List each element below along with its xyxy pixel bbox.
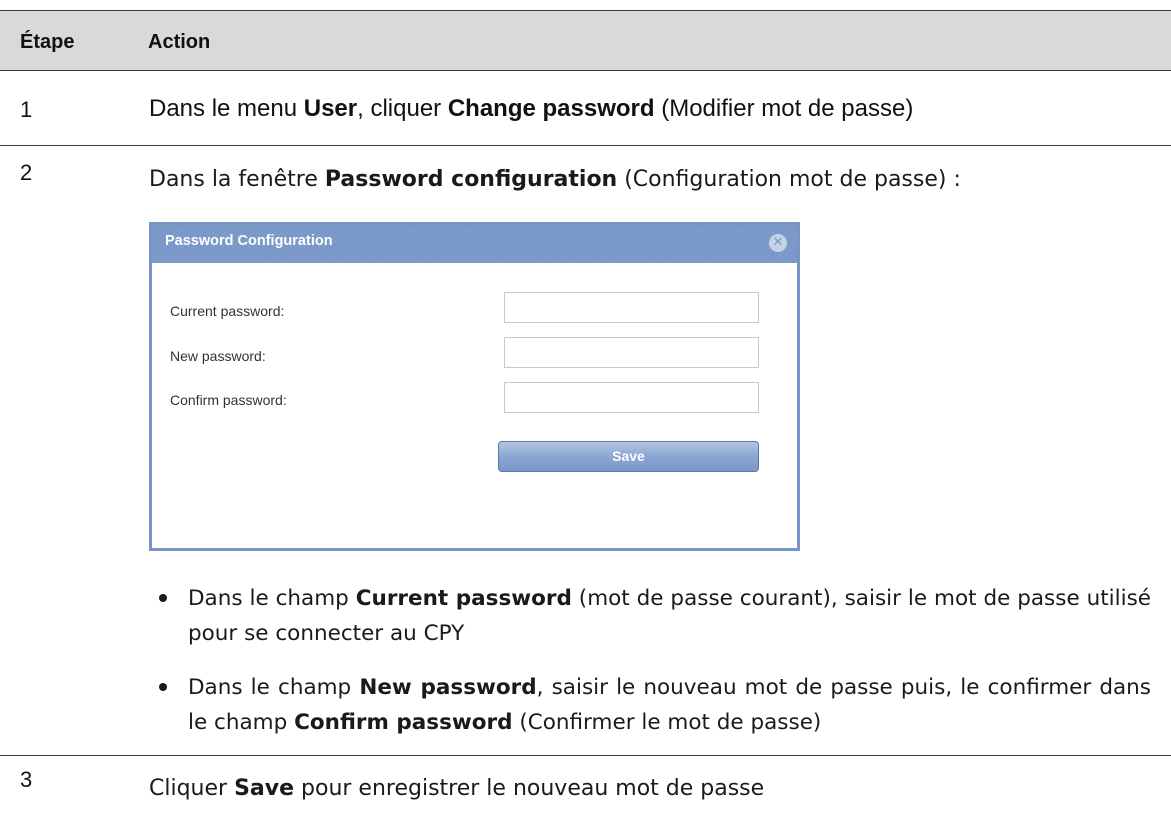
close-icon[interactable]: ✕: [769, 234, 787, 252]
row-1-bottom-rule: [0, 145, 1171, 146]
step-1-menu-name: User: [303, 95, 358, 122]
step-1-text-part: , cliquer: [357, 95, 448, 122]
bullet-text-part: Dans le champ: [188, 675, 360, 700]
bullet-dot: [159, 594, 167, 602]
confirm-password-input[interactable]: [504, 382, 759, 413]
bullet-current-password: Dans le champ Current password (mot de p…: [188, 581, 1151, 651]
step-2-text-part: Dans la fenêtre: [149, 167, 325, 192]
current-password-input[interactable]: [504, 292, 759, 323]
current-password-label: Current password:: [170, 303, 285, 319]
new-password-label: New password:: [170, 348, 266, 364]
dialog-title-bar: Password Configuration ✕: [152, 225, 797, 263]
field-name-current-password: Current password: [355, 586, 572, 611]
step-1-text-part: Dans le menu: [149, 95, 304, 122]
step-3-text-part: pour enregistrer le nouveau mot de passe: [294, 776, 765, 801]
field-name-confirm-password: Confirm password: [294, 710, 513, 735]
step-number-1: 1: [20, 97, 33, 122]
step-3-text: Cliquer Save pour enregistrer le nouveau…: [149, 776, 764, 801]
password-configuration-dialog: Password Configuration ✕ Current passwor…: [149, 222, 800, 551]
step-1-text: Dans le menu User, cliquer Change passwo…: [149, 95, 913, 123]
step-number-3: 3: [20, 767, 33, 792]
step-3-text-part: Cliquer: [149, 776, 235, 801]
header-step: Étape: [20, 31, 75, 53]
bullet-text-part: Dans le champ: [188, 586, 356, 611]
field-name-new-password: New password: [359, 675, 537, 700]
step-2-text-part: (Configuration mot de passe) :: [617, 167, 961, 192]
header-bottom-rule: [0, 70, 1171, 71]
bullet-new-password: Dans le champ New password, saisir le no…: [188, 670, 1151, 740]
header-action: Action: [148, 31, 211, 53]
bullet-dot: [159, 683, 167, 691]
step-1-command-name: Change password: [447, 95, 655, 122]
step-2-text: Dans la fenêtre Password configuration (…: [149, 167, 961, 192]
save-button[interactable]: Save: [498, 441, 759, 472]
step-number-2: 2: [20, 160, 33, 185]
dialog-title: Password Configuration: [165, 233, 333, 249]
bullet-text-part: (Confirmer le mot de passe): [512, 710, 822, 735]
confirm-password-label: Confirm password:: [170, 392, 287, 408]
step-2-window-name: Password configuration: [324, 167, 618, 192]
step-1-text-part: (Modifier mot de passe): [654, 95, 914, 122]
step-3-button-name: Save: [234, 776, 295, 801]
new-password-input[interactable]: [504, 337, 759, 368]
row-2-bottom-rule: [0, 755, 1171, 756]
